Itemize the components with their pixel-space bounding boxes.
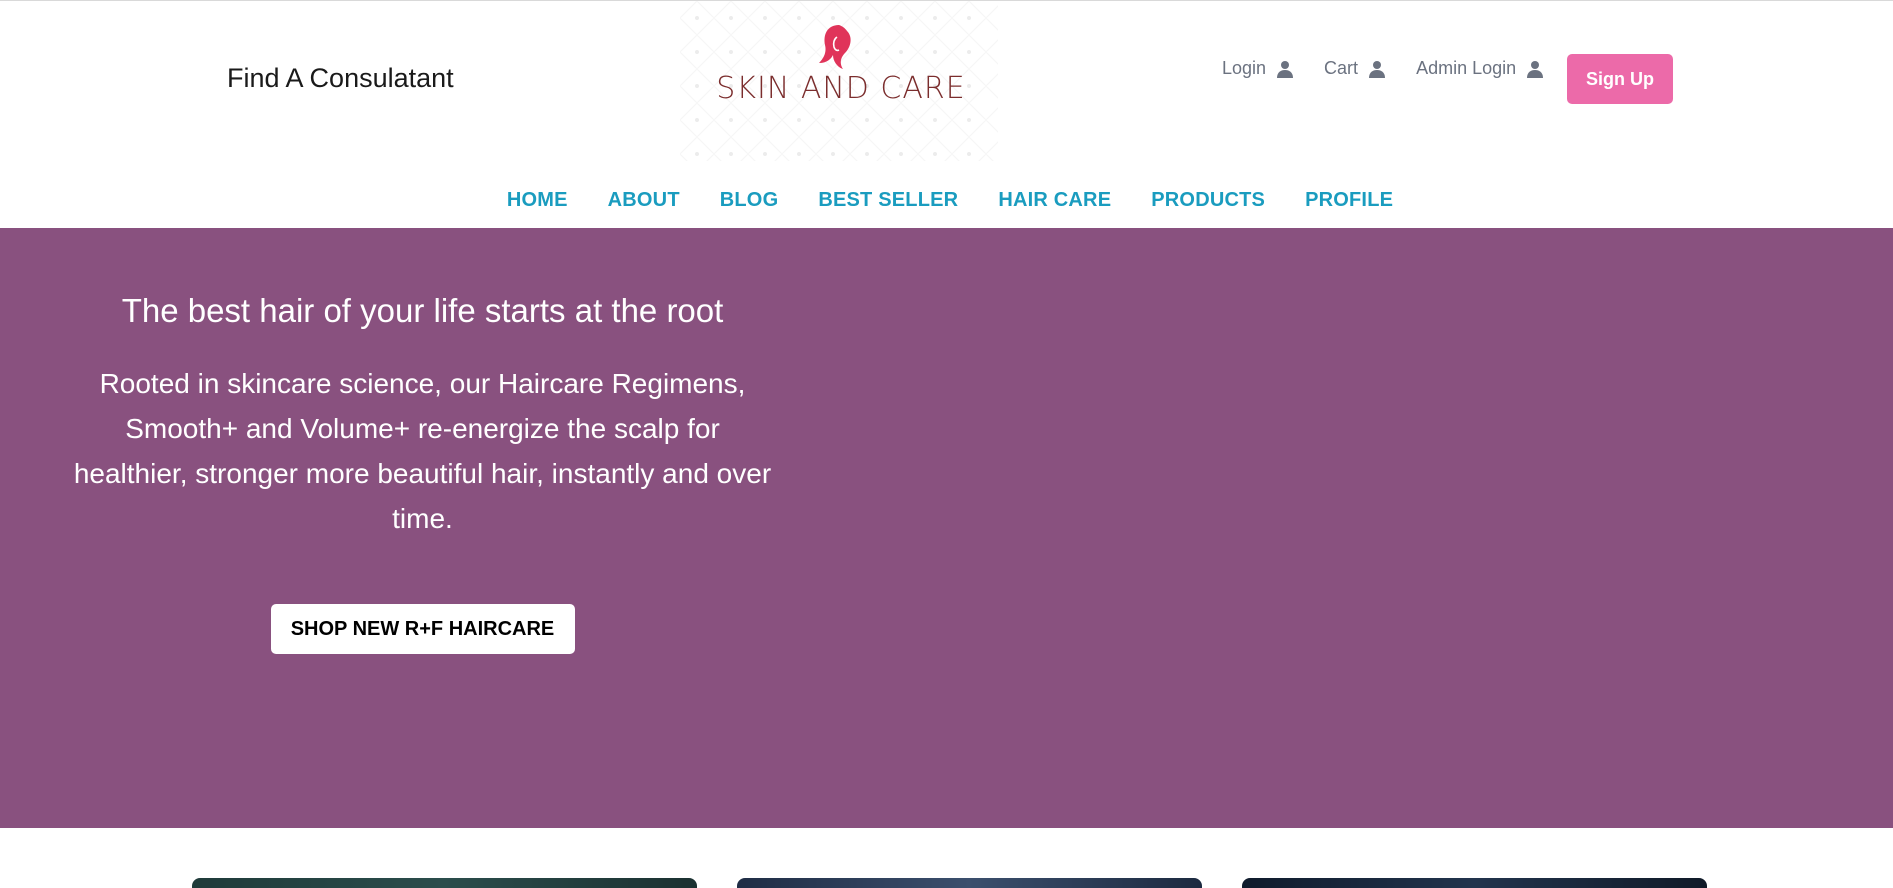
hero-banner: The best hair of your life starts at the… [0,228,1893,828]
page: Find A Consulatant SKIN AND CARE Login C… [0,0,1893,888]
main-nav: HOME ABOUT BLOG BEST SELLER HAIR CARE PR… [0,189,1893,212]
user-links: Login Cart Admin Login [1222,58,1574,79]
admin-login-link[interactable]: Admin Login [1416,58,1544,79]
nav-item-about[interactable]: ABOUT [608,189,680,212]
login-link[interactable]: Login [1222,58,1294,79]
nav-item-blog[interactable]: BLOG [720,189,779,212]
hero-description: Rooted in skincare science, our Haircare… [73,368,772,534]
logo-text: SKIN AND CARE [716,71,966,106]
site-logo[interactable]: SKIN AND CARE [680,1,998,161]
nav-item-profile[interactable]: PROFILE [1305,189,1393,212]
sign-up-button[interactable]: Sign Up [1567,54,1673,104]
hero-content: The best hair of your life starts at the… [60,228,785,654]
nav-item-best-seller[interactable]: BEST SELLER [818,189,958,212]
cart-label: Cart [1324,58,1359,78]
admin-login-label: Admin Login [1416,58,1517,78]
user-icon [1277,60,1294,78]
nav-item-products[interactable]: PRODUCTS [1151,189,1265,212]
login-label: Login [1222,58,1267,78]
shop-haircare-button[interactable]: SHOP NEW R+F HAIRCARE [270,604,575,654]
cart-link[interactable]: Cart [1324,58,1386,79]
hero-title: The best hair of your life starts at the… [121,292,724,329]
find-consultant-link[interactable]: Find A Consulatant [227,63,454,94]
woman-silhouette-icon [819,25,851,69]
user-icon [1527,60,1544,78]
site-header: Find A Consulatant SKIN AND CARE Login C… [0,1,1893,227]
nav-items: HOME ABOUT BLOG BEST SELLER HAIR CARE PR… [487,189,1413,212]
product-card-image[interactable] [737,878,1202,888]
product-card-image[interactable] [192,878,697,888]
nav-item-hair-care[interactable]: HAIR CARE [998,189,1111,212]
user-icon [1369,60,1386,78]
product-card-image[interactable] [1242,878,1707,888]
nav-item-home[interactable]: HOME [507,189,568,212]
